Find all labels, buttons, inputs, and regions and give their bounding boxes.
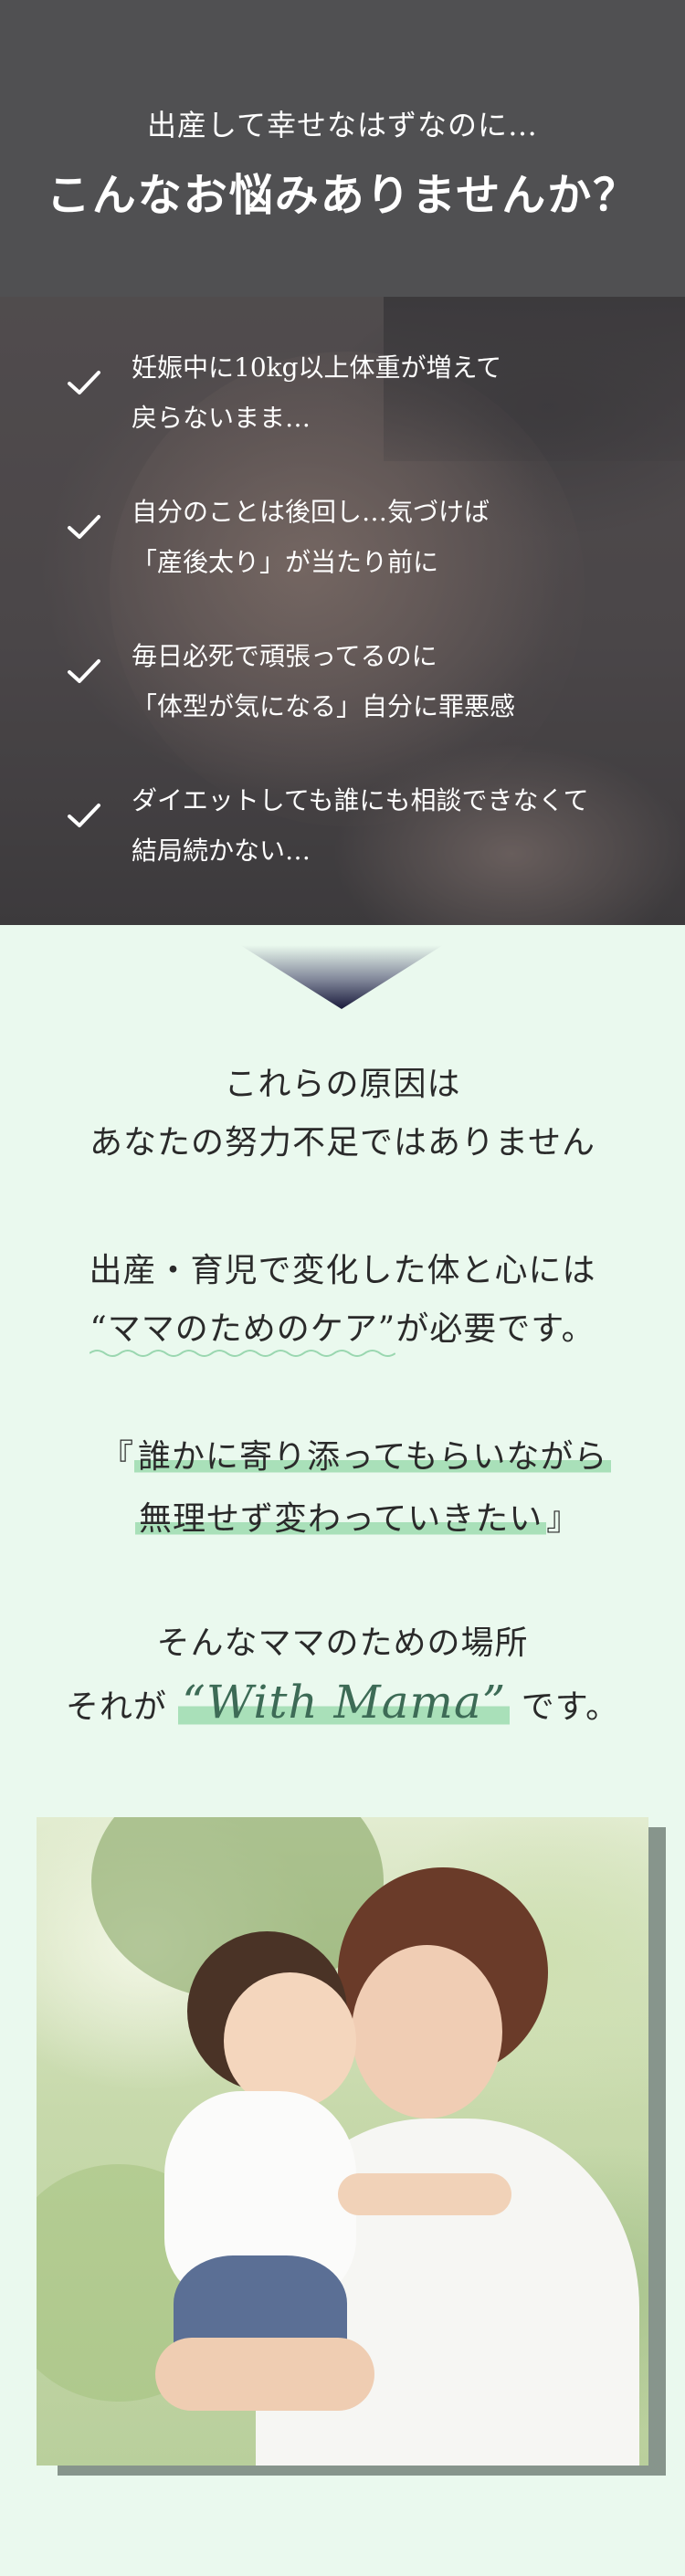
wavy-underline (90, 1350, 396, 1357)
care-quote: “ママのためのケア” (90, 1302, 396, 1357)
worries-subtitle: 出産して幸せなはずなのに… (146, 108, 539, 142)
worry-text-line2: 「産後太り」が当たり前に (132, 547, 439, 577)
need-line-2: “ママのためのケア” が必要です。 (0, 1302, 685, 1357)
worry-text-line2: 「体型が気になる」自分に罪悪感 (132, 691, 516, 721)
worries-title: こんなお悩みありませんか？ (46, 170, 639, 221)
worry-text-line1: 毎日必死で頑張ってるのに (132, 641, 437, 671)
brand-line: それが “With Mama” です。 (65, 1676, 620, 1729)
worries-section: 出産して幸せなはずなのに… こんなお悩みありませんか？ 妊娠中に10kg以上体重… (0, 0, 685, 925)
check-icon (68, 804, 100, 827)
check-icon (68, 515, 100, 539)
cause-line-1: これらの原因は (224, 1066, 461, 1103)
worries-header (0, 0, 685, 297)
cause-line-2: あなたの努力不足ではありません (90, 1124, 595, 1162)
place-line: そんなママのための場所 (156, 1624, 529, 1662)
down-arrow-icon (240, 945, 443, 1009)
worry-text-line1: ダイエットしても誰にも相談できなくて (132, 785, 589, 815)
need-line-1: 出産・育児で変化した体と心には (89, 1252, 596, 1289)
worry-text-line2: 戻らないまま… (132, 403, 311, 433)
worry-text-line1: 妊娠中に10kg以上体重が増えて (132, 352, 502, 383)
check-icon (68, 371, 100, 394)
worry-text-line1: 自分のことは後回し…気づけば (132, 497, 490, 527)
mother-and-baby-photo (37, 1817, 648, 2466)
worry-text-line2: 結局続かない… (132, 836, 311, 866)
check-icon (68, 659, 100, 683)
wish-line-2: 無理せず変わっていきたい』 (135, 1492, 580, 1540)
wish-line-1: 『誰かに寄り添ってもらいながら (100, 1430, 612, 1477)
brand-name: “With Mama” (178, 1676, 511, 1729)
